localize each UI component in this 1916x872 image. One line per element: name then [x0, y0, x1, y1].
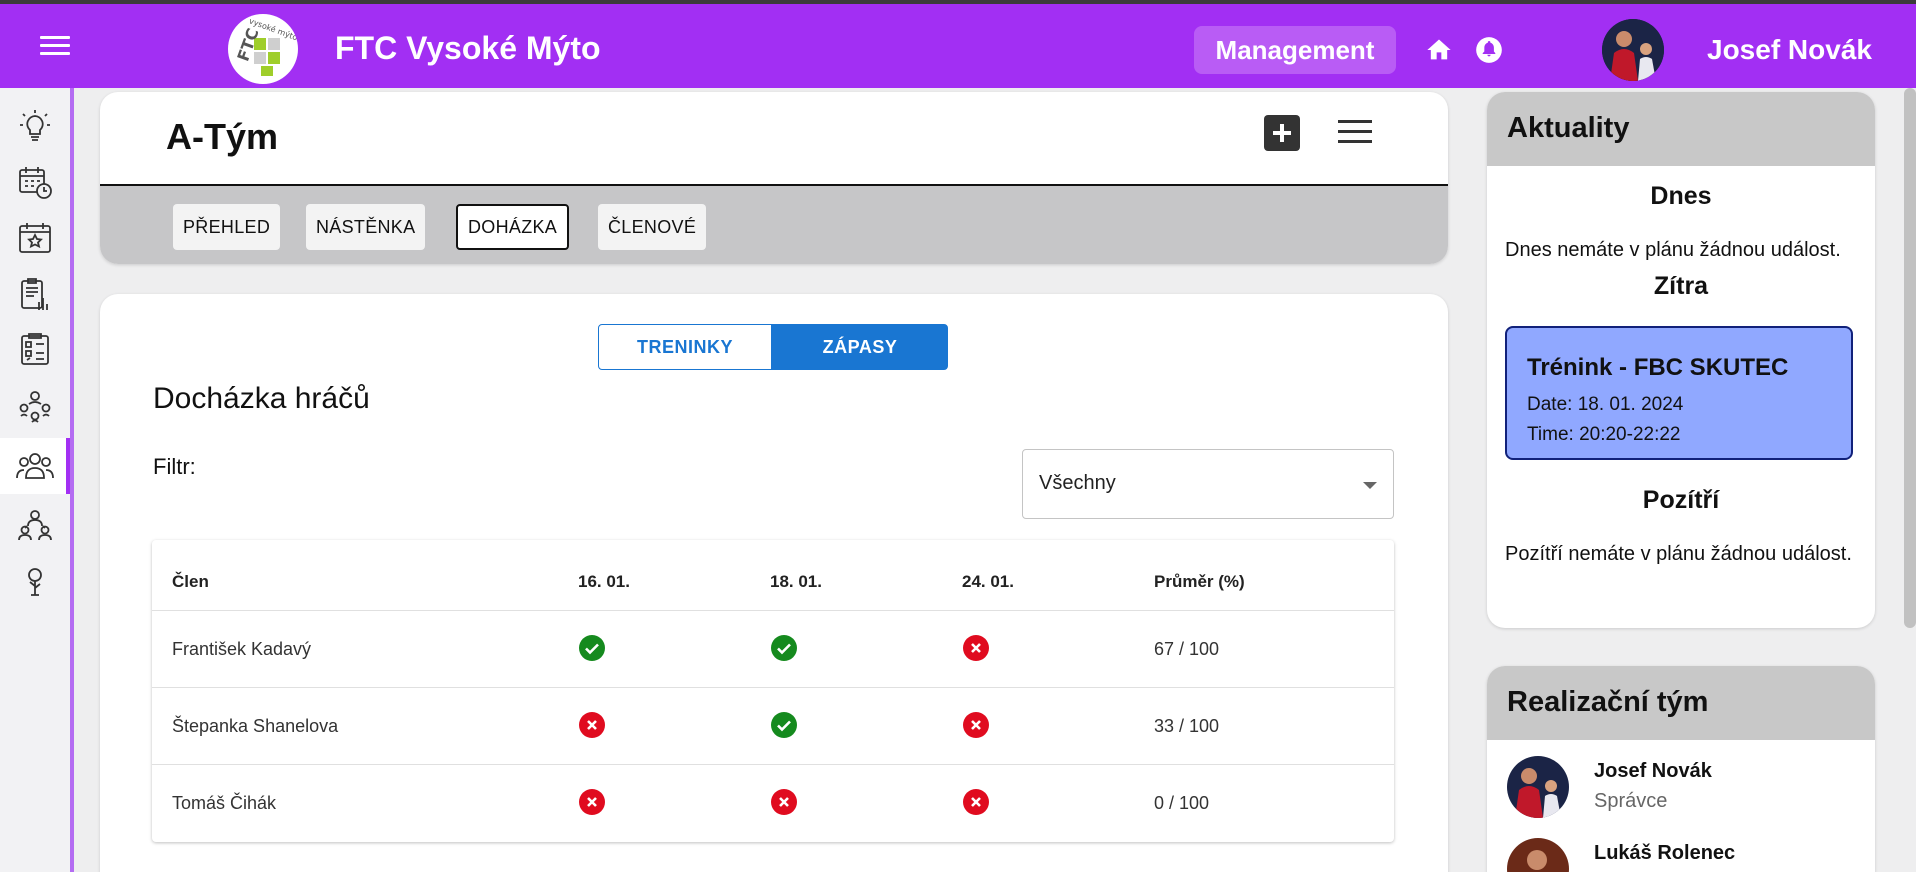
attendance-heading: Docházka hráčů [153, 382, 370, 415]
absent-cross-icon [963, 789, 989, 815]
news-card-header: Aktuality [1487, 92, 1875, 166]
attendance-table: Člen 16. 01. 18. 01. 24. 01. Průměr (%) … [152, 540, 1394, 842]
average-value: 33 / 100 [1154, 716, 1220, 736]
avatar[interactable] [1507, 838, 1569, 872]
event-title: Trénink - FBC SKUTEC [1527, 354, 1789, 381]
absent-cross-icon [579, 712, 605, 738]
today-text: Dnes nemáte v plánu žádnou událost. [1505, 239, 1841, 261]
user-name[interactable]: Josef Novák [1707, 34, 1872, 66]
app-title: FTC Vysoké Mýto [335, 30, 601, 66]
top-app-bar: FTC vysoké mýto FTC Vysoké Mýto Manageme… [0, 4, 1916, 88]
filter-select[interactable]: Všechny [1022, 449, 1394, 519]
lightbulb-icon [20, 110, 50, 141]
tomorrow-title: Zítra [1653, 272, 1709, 300]
avatar[interactable] [1507, 756, 1569, 818]
staff-member-name[interactable]: Lukáš Rolenec [1594, 842, 1735, 865]
staff-card-header: Realizační tým [1487, 666, 1875, 740]
calendar-star-icon [19, 223, 51, 253]
table-row: Štepanka Shanelova 33 / 100 [152, 687, 1394, 764]
plus-icon [1273, 124, 1291, 142]
tab-members[interactable]: ČLENOVÉ [598, 204, 707, 250]
sidebar-item-ideas[interactable] [0, 98, 70, 154]
matches-toggle[interactable]: ZÁPASY [772, 324, 948, 370]
event-date: Date: 18. 01. 2024 [1527, 394, 1684, 415]
column-header-member[interactable]: Člen [172, 572, 209, 592]
absent-cross-icon [579, 789, 605, 815]
staff-title: Realizační tým [1507, 686, 1709, 718]
member-name: Štepanka Shanelova [172, 716, 339, 736]
present-check-icon [771, 712, 797, 738]
news-card: Aktuality Dnes Dnes nemáte v plánu žádno… [1487, 92, 1875, 628]
absent-cross-icon [963, 712, 989, 738]
member-name: František Kadavý [172, 639, 312, 659]
trainings-toggle[interactable]: TRENINKY [598, 324, 772, 370]
notification-bell-icon[interactable] [1475, 36, 1503, 64]
network-people-icon [19, 391, 51, 423]
sidebar-item-club-tree[interactable] [0, 554, 70, 610]
menu-icon[interactable] [40, 36, 70, 58]
event-time: Time: 20:20-22:22 [1527, 424, 1681, 445]
tactics-board-icon [21, 333, 49, 365]
column-header-date[interactable]: 16. 01. [578, 572, 630, 592]
absent-cross-icon [771, 789, 797, 815]
average-value: 67 / 100 [1154, 639, 1220, 659]
page-scrollbar[interactable] [1904, 88, 1916, 628]
table-row: Tomáš Čihák 0 / 100 [152, 764, 1394, 841]
team-header-card: A-Tým PŘEHLED NÁSTĚNKA DOHÁZKA ČLENOVÉ [100, 92, 1448, 264]
sidebar-item-network[interactable] [0, 378, 70, 434]
news-title: Aktuality [1507, 112, 1630, 144]
sidebar-item-teams[interactable] [0, 438, 70, 494]
filter-value: Všechny [1039, 472, 1116, 494]
club-logo[interactable]: FTC vysoké mýto [228, 14, 298, 84]
day-after-text: Pozítří nemáte v plánu žádnou událost. [1505, 543, 1852, 565]
team-group-icon [16, 453, 54, 479]
add-button[interactable] [1264, 115, 1300, 151]
sidebar-item-events[interactable] [0, 210, 70, 266]
management-button[interactable]: Management [1194, 26, 1396, 74]
staff-member-name[interactable]: Josef Novák [1594, 760, 1712, 783]
table-row: František Kadavý 67 / 100 [152, 610, 1394, 687]
sidebar-item-calendar[interactable] [0, 154, 70, 210]
clipboard-chart-icon [21, 278, 48, 310]
calendar-clock-icon [19, 167, 52, 199]
staff-member-role: Správce [1594, 790, 1668, 812]
chevron-down-icon [1363, 482, 1377, 489]
present-check-icon [771, 635, 797, 661]
team-title: A-Tým [166, 116, 279, 157]
absent-cross-icon [963, 635, 989, 661]
people-hierarchy-icon [18, 510, 52, 541]
sidebar-divider [70, 88, 74, 872]
average-value: 0 / 100 [1154, 793, 1210, 813]
filter-label: Filtr: [153, 454, 196, 479]
user-avatar[interactable] [1602, 19, 1664, 81]
tab-overview[interactable]: PŘEHLED [173, 204, 281, 250]
present-check-icon [579, 635, 605, 661]
member-name: Tomáš Čihák [172, 793, 277, 813]
attendance-card: TRENINKY ZÁPASY Docházka hráčů Filtr: Vš… [100, 294, 1448, 872]
team-tabs: PŘEHLED NÁSTĚNKA DOHÁZKA ČLENOVÉ [100, 184, 1448, 264]
sidebar-item-members[interactable] [0, 498, 70, 554]
column-header-date[interactable]: 24. 01. [962, 572, 1014, 592]
tab-board[interactable]: NÁSTĚNKA [306, 204, 426, 250]
home-icon[interactable] [1425, 36, 1453, 64]
column-header-average[interactable]: Průměr (%) [1154, 572, 1245, 592]
team-menu-icon[interactable] [1338, 120, 1372, 146]
tree-icon [28, 568, 42, 596]
event-card[interactable]: Trénink - FBC SKUTEC Date: 18. 01. 2024 … [1505, 326, 1853, 460]
column-header-date[interactable]: 18. 01. [770, 572, 822, 592]
sidebar-item-tactics[interactable] [0, 322, 70, 378]
sidebar [0, 88, 70, 872]
sidebar-item-statistics[interactable] [0, 266, 70, 322]
day-after-title: Pozítří [1642, 486, 1720, 514]
staff-card: Realizační tým Josef Novák Správce Lukáš… [1487, 666, 1875, 872]
today-title: Dnes [1650, 182, 1712, 210]
tab-attendance[interactable]: DOHÁZKA [456, 204, 570, 250]
